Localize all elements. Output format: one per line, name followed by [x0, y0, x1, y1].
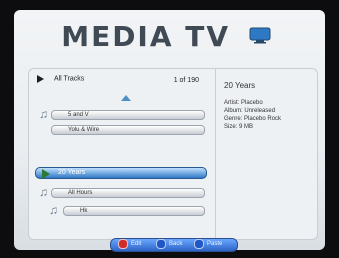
list-item[interactable]: Yolu & Wire [51, 125, 205, 135]
edit-button[interactable]: Edit [118, 239, 141, 249]
music-note-icon: ♫ [39, 107, 48, 121]
back-label: Back [169, 241, 183, 247]
paste-label: Paste [207, 241, 223, 247]
list-item-label: Hk [80, 208, 88, 214]
edit-label: Edit [131, 241, 142, 247]
details-pane: 20 Years Artist: Placebo Album: Unreleas… [215, 69, 318, 239]
blue-dot-icon [194, 239, 204, 249]
red-dot-icon [118, 239, 128, 249]
details-title: 20 Years [224, 81, 256, 90]
selected-play-icon [42, 169, 50, 179]
details-genre: Genre: Placebo Rock [224, 116, 282, 122]
app-title: MEDIA TV [14, 20, 325, 53]
list-item[interactable]: Hk [63, 206, 205, 216]
list-item-label: Yolu & Wire [68, 127, 100, 133]
paste-button[interactable]: Paste [194, 239, 222, 249]
media-panel: All Tracks 1 of 190 ♫ 5 and V Yolu & Wir… [28, 68, 318, 247]
screen: MEDIA TV All Tracks 1 of 190 ♫ 5 and V Y… [14, 10, 325, 250]
bottom-action-bar: Edit Back Paste [110, 238, 238, 252]
list-item-label: All Hours [68, 190, 93, 196]
play-icon [37, 75, 44, 83]
list-item-label: 5 and V [68, 112, 89, 118]
details-artist: Artist: Placebo [224, 100, 263, 106]
music-note-icon: ♫ [39, 185, 48, 199]
tv-icon [249, 27, 271, 44]
track-count: 1 of 190 [173, 77, 199, 84]
details-album: Album: Unreleased [224, 108, 276, 114]
details-meta: Artist: Placebo Album: Unreleased Genre:… [224, 99, 281, 131]
title-media: MEDIA TV [61, 20, 231, 53]
blue-dot-icon [156, 239, 166, 249]
track-list-header: All Tracks 1 of 190 [37, 75, 211, 89]
selected-item-label: 20 Years [58, 169, 86, 176]
list-item[interactable]: All Hours [51, 188, 205, 198]
track-list: All Tracks 1 of 190 ♫ 5 and V Yolu & Wir… [29, 69, 215, 247]
music-note-icon: ♫ [49, 203, 58, 217]
list-item[interactable]: 5 and V [51, 110, 205, 120]
scroll-up-arrow-icon[interactable] [121, 95, 131, 101]
back-button[interactable]: Back [156, 239, 182, 249]
details-size: Size: 9 MB [224, 124, 254, 130]
all-tracks-label: All Tracks [53, 75, 85, 83]
selected-list-item[interactable]: 20 Years [35, 167, 207, 179]
